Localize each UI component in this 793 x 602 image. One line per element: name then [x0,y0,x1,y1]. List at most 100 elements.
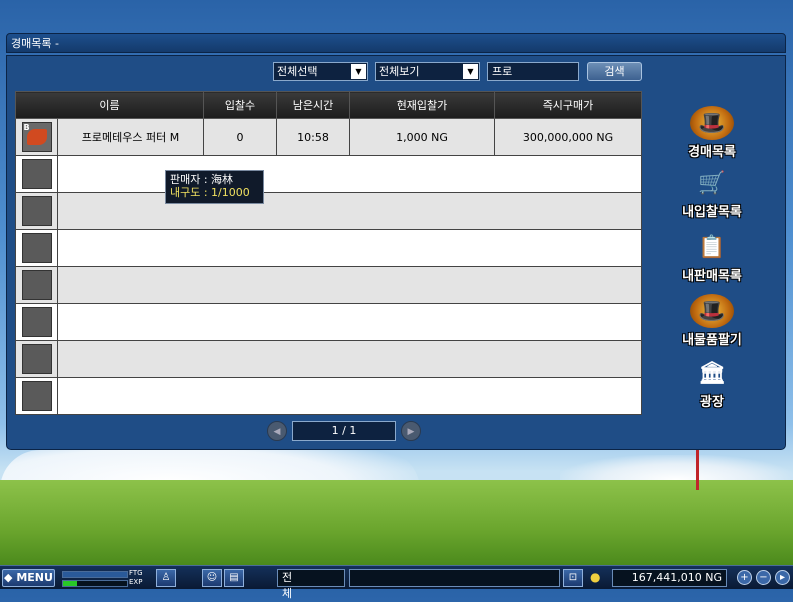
chevron-down-icon[interactable]: ▼ [351,64,366,79]
table-row[interactable] [15,155,642,193]
empty-slot[interactable] [21,270,52,300]
chat-channel-select[interactable]: 전체 [277,569,345,600]
item-current-bid: 1,000 NG [349,118,495,156]
menu-button[interactable]: ◆ MENU [2,569,55,587]
empty-row-cell [57,266,642,304]
column-header-buy-now[interactable]: 즉시구매가 [494,91,642,119]
sell-item-icon: 🎩 [690,294,734,328]
side-menu-auction-list[interactable]: 🎩 경매목록 [667,106,757,160]
minus-icon: − [759,572,768,583]
chevron-down-icon[interactable]: ▼ [463,64,478,79]
table-row[interactable] [15,303,642,341]
side-menu-label: 광장 [700,395,724,410]
side-menu-label: 내물품팔기 [682,333,742,348]
category-select-value: 전체선택 [277,65,318,78]
send-icon: ⊡ [568,572,578,583]
view-select[interactable]: 전체보기 ▼ [375,62,480,81]
coin-icon: ● [590,570,601,584]
item-icon-cell [15,192,58,230]
item-buy-now-price: 300,000,000 NG [494,118,642,156]
side-menu-label: 내입찰목록 [682,205,742,220]
item-badge: B [23,123,30,132]
side-menu-my-bids[interactable]: 🛒 내입찰목록 [667,166,757,221]
zoom-out-button[interactable]: − [756,570,771,585]
table-row[interactable] [15,192,642,230]
empty-row-cell [57,377,642,415]
plaza-building-icon: 🏛 [698,360,726,386]
notes-button[interactable]: ▤ [224,569,244,587]
page-indicator: 1 / 1 [292,421,396,441]
empty-slot[interactable] [21,381,52,411]
empty-row-cell [57,303,642,341]
tooltip-seller: 판매자 : 海林 [170,173,234,186]
column-header-bids[interactable]: 입찰수 [203,91,277,119]
empty-slot[interactable] [21,233,52,263]
column-header-remaining[interactable]: 남은시간 [276,91,350,119]
character-button[interactable]: ♙ [156,569,176,587]
auction-table: 이름 입찰수 남은시간 현재입찰가 즉시구매가 B 프로메테우스 퍼터 M 0 … [15,91,642,415]
chat-input[interactable] [349,569,560,587]
next-page-button[interactable]: ▶ [401,421,421,441]
item-icon-cell [15,155,58,193]
exp-gauge-fill [63,581,78,586]
table-row[interactable] [15,340,642,378]
empty-slot[interactable] [21,196,52,226]
table-row[interactable] [15,377,642,415]
exit-icon: ▸ [779,572,786,583]
side-menu-my-sales[interactable]: 📋 내판매목록 [667,230,757,285]
empty-row-cell [57,229,642,267]
empty-slot[interactable] [21,307,52,337]
ftg-label: FTG [129,569,143,577]
side-menu-sell-item[interactable]: 🎩 내물품팔기 [667,294,757,348]
table-row[interactable]: B 프로메테우스 퍼터 M 0 10:58 1,000 NG 300,000,0… [15,118,642,156]
empty-slot[interactable] [21,159,52,189]
category-select[interactable]: 전체선택 ▼ [273,62,368,81]
empty-row-cell [57,192,642,230]
clipboard-icon: 📋 [698,234,726,260]
column-header-current-bid[interactable]: 현재입찰가 [349,91,495,119]
search-input[interactable]: 프로 [487,62,579,81]
grass-background [0,480,793,565]
column-header-name[interactable]: 이름 [15,91,204,119]
table-header-row: 이름 입찰수 남은시간 현재입찰가 즉시구매가 [15,91,642,119]
window-title: 경매목록 - [11,37,59,50]
window-title-bar[interactable]: 경매목록 - [6,33,786,53]
table-row[interactable] [15,229,642,267]
search-button[interactable]: 검색 [587,62,642,81]
notes-icon: ▤ [229,572,239,583]
ftg-gauge [62,571,128,578]
item-remaining-time: 10:58 [276,118,350,156]
side-menu-label: 내판매목록 [682,269,742,284]
item-icon-cell [15,340,58,378]
chat-send-button[interactable]: ⊡ [563,569,583,587]
menu-label: MENU [16,571,53,584]
ftg-gauge-fill [63,572,127,577]
empty-row-cell [57,340,642,378]
item-icon-cell [15,266,58,304]
tooltip-durability: 내구도 : 1/1000 [170,186,250,199]
exp-gauge [62,580,128,587]
exp-label: EXP [129,578,143,586]
item-icon-cell: B [15,118,58,156]
empty-row-cell [57,155,642,193]
item-name[interactable]: 프로메테우스 퍼터 M [57,118,204,156]
side-menu-plaza[interactable]: 🏛 광장 [667,356,757,411]
shopping-cart-icon: 🛒 [698,170,726,196]
view-select-value: 전체보기 [379,65,420,78]
bottom-bar: ◆ MENU FTG EXP ♙ ☺ ▤ 전체 ⊡ ● 167,441,010 … [0,565,793,600]
zoom-in-button[interactable]: + [737,570,752,585]
putter-item-icon[interactable]: B [21,122,52,152]
chevron-right-icon: ▶ [407,427,415,437]
empty-slot[interactable] [21,344,52,374]
side-menu-label: 경매목록 [688,145,736,160]
prev-page-button[interactable]: ◀ [267,421,287,441]
exit-button[interactable]: ▸ [775,570,790,585]
friends-button[interactable]: ☺ [202,569,222,587]
chevron-left-icon: ◀ [273,427,281,437]
item-tooltip: 판매자 : 海林 내구도 : 1/1000 [165,170,264,204]
item-icon-cell [15,229,58,267]
item-icon-cell [15,303,58,341]
money-display: 167,441,010 NG [612,569,727,587]
item-icon-cell [15,377,58,415]
table-row[interactable] [15,266,642,304]
